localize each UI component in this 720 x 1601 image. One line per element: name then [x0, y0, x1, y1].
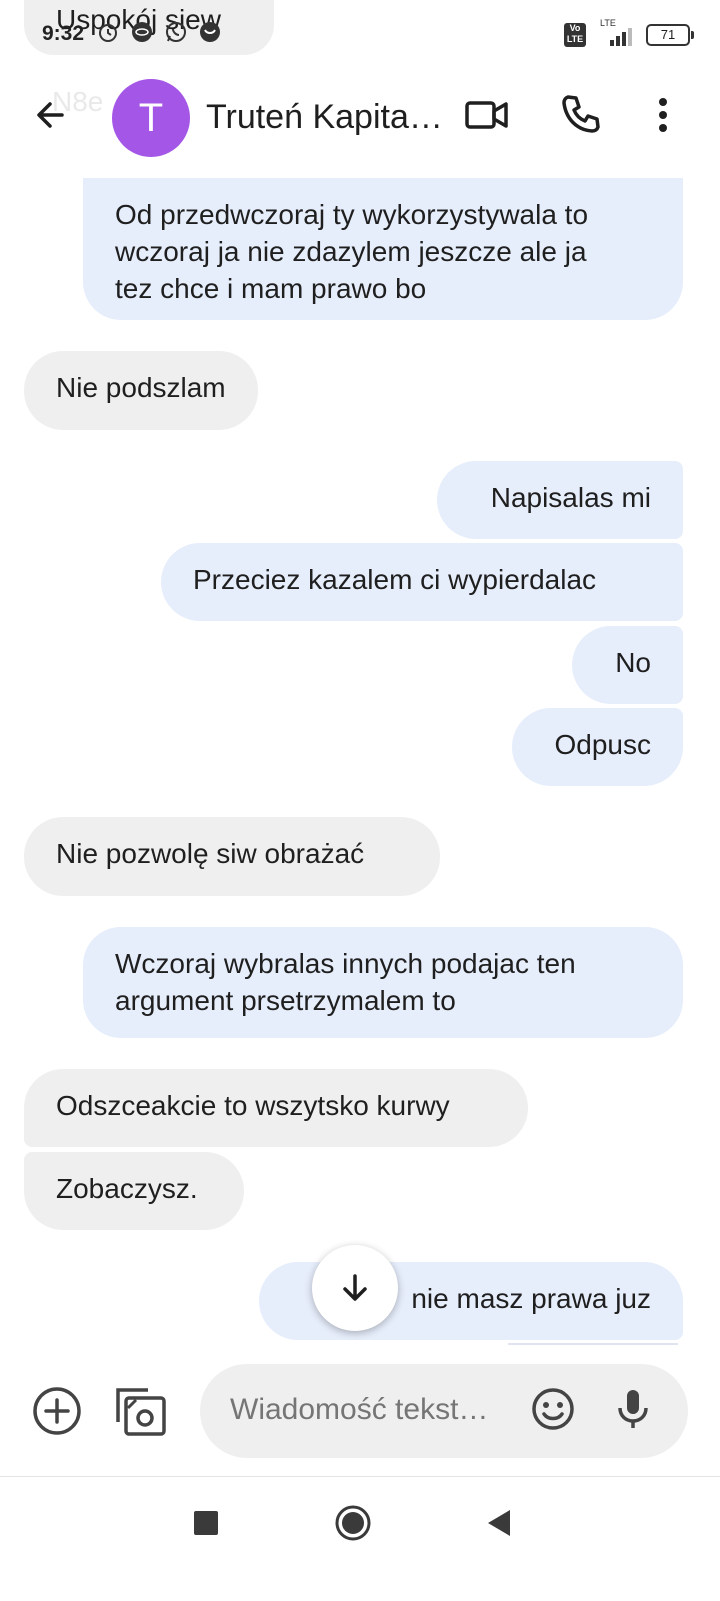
arrow-down-icon — [343, 1274, 367, 1301]
whatsapp-icon — [164, 20, 192, 48]
notification-icons — [96, 20, 226, 48]
app-notification-icon — [198, 20, 226, 48]
conversation-header: T Truteń Kapita… — [0, 70, 720, 170]
message-input[interactable] — [228, 1392, 502, 1428]
phone-call-icon[interactable] — [558, 92, 608, 142]
more-options-icon[interactable] — [650, 92, 680, 142]
message-bubble-outgoing[interactable]: Wczoraj wybralas innych podajac ten argu… — [83, 927, 683, 1038]
gallery-camera-icon[interactable] — [112, 1382, 170, 1440]
message-bubble-incoming[interactable]: Nie pozwolę siw obrażać — [24, 817, 440, 896]
video-call-icon[interactable] — [464, 92, 514, 142]
volte-icon: Vo LTE — [564, 23, 586, 47]
message-bubble-outgoing[interactable]: Od przedwczoraj ty wykorzystywala to wcz… — [83, 178, 683, 320]
system-navigation-bar — [0, 1476, 720, 1601]
back-triangle-icon[interactable] — [484, 1507, 514, 1539]
home-circle-icon[interactable] — [334, 1504, 372, 1542]
add-attachment-icon[interactable] — [30, 1384, 84, 1438]
message-bubble-outgoing[interactable]: Przeciez kazalem ci wypierdalac — [161, 543, 683, 621]
contact-name[interactable]: Truteń Kapita… — [206, 98, 443, 137]
system-indicators: Vo LTE LTE 71 — [564, 18, 694, 48]
message-bubble-incoming[interactable]: Zobaczysz. — [24, 1152, 244, 1230]
message-bubble-outgoing[interactable]: No — [572, 626, 683, 704]
message-input-container[interactable] — [200, 1364, 688, 1458]
battery-icon: 71 — [646, 24, 694, 46]
tracking-icon — [130, 20, 158, 48]
contact-avatar[interactable]: T — [112, 79, 190, 157]
message-bubble-incoming[interactable]: Odszceakcie to wszytsko kurwy — [24, 1069, 528, 1147]
back-arrow-icon[interactable] — [30, 95, 80, 145]
message-bubble-outgoing[interactable]: Napisalas mi — [437, 461, 683, 539]
status-bar: 9:32 Vo LTE LTE 71 — [0, 0, 720, 60]
message-bubble-outgoing[interactable]: Odpusc — [512, 708, 683, 786]
emoji-icon[interactable] — [530, 1386, 580, 1436]
message-bubble-incoming[interactable]: Nie podszlam — [24, 351, 258, 430]
alarm-icon — [96, 20, 124, 48]
recents-square-icon[interactable] — [194, 1511, 218, 1535]
status-time: 9:32 — [42, 22, 85, 45]
signal-icon: LTE — [596, 18, 636, 48]
microphone-icon[interactable] — [610, 1386, 660, 1436]
composer-divider — [508, 1343, 678, 1345]
scroll-to-bottom-button[interactable] — [312, 1245, 398, 1331]
